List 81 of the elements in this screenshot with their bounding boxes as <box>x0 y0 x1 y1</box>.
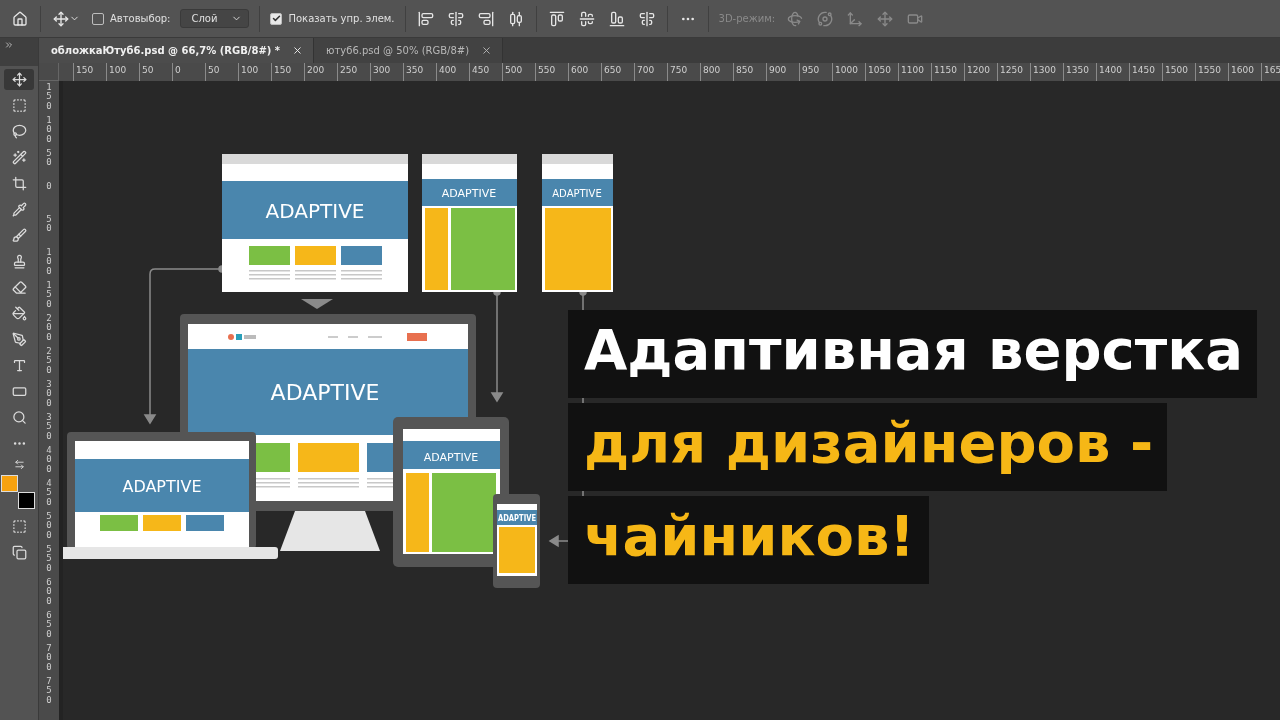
ruler-label: 100 <box>46 116 52 146</box>
document-tab[interactable]: обложкаЮтуб6.psd @ 66,7% (RGB/8#) * <box>39 38 315 63</box>
ruler-label: 100 <box>240 64 260 77</box>
background-color-swatch[interactable] <box>18 492 35 509</box>
ruler-label: 1150 <box>933 64 958 77</box>
ruler-label: 400 <box>438 64 458 77</box>
close-icon[interactable] <box>292 45 304 56</box>
layer-dropdown[interactable]: Слой <box>180 9 250 28</box>
ruler-label: 1500 <box>1164 64 1189 77</box>
ruler-label: 1200 <box>966 64 991 77</box>
ruler-label: 1250 <box>999 64 1024 77</box>
ruler-label: 150 <box>273 64 293 77</box>
ruler-label: 400 <box>46 446 52 476</box>
ruler-label: 1000 <box>834 64 859 77</box>
checkbox[interactable] <box>92 12 104 25</box>
ruler-label: 150 <box>75 64 95 77</box>
ruler-label: 950 <box>801 64 821 77</box>
ruler-label: 1100 <box>900 64 925 77</box>
ruler-label: 450 <box>46 479 52 509</box>
expand-icon[interactable] <box>4 40 14 50</box>
ruler-label: 100 <box>108 64 128 77</box>
close-icon[interactable] <box>481 45 493 56</box>
hero-text: ADAPTIVE <box>498 514 543 523</box>
ruler-label: 150 <box>46 281 52 311</box>
ruler-label: 600 <box>46 578 52 608</box>
ruler-label: 850 <box>735 64 755 77</box>
down-arrow-icon <box>301 299 333 309</box>
ruler-label: 100 <box>46 248 52 278</box>
move-icon[interactable] <box>4 69 34 90</box>
ruler-label: 1550 <box>1197 64 1222 77</box>
ruler-label: 500 <box>46 512 52 542</box>
ruler-label: 50 <box>141 64 155 77</box>
ruler-label: 700 <box>46 644 52 674</box>
checkbox-label: Автовыбор: <box>110 13 171 24</box>
ruler-label: 700 <box>636 64 656 77</box>
foreground-color-swatch[interactable] <box>1 475 18 492</box>
ruler-label: 250 <box>46 347 52 377</box>
ruler-label: 650 <box>46 611 52 641</box>
ruler-label: 900 <box>768 64 788 77</box>
ruler-label: 1450 <box>1131 64 1156 77</box>
swap-colors-icon[interactable] <box>13 459 25 470</box>
ruler-label: 800 <box>702 64 722 77</box>
ruler-label: 50 <box>46 149 52 170</box>
checkbox[interactable] <box>270 12 283 25</box>
ruler-label: 750 <box>46 677 52 707</box>
headline-text: для дизайнеров - <box>568 403 1168 491</box>
ruler-label: 1400 <box>1098 64 1123 77</box>
headline-text: Адаптивная верстка <box>568 310 1258 398</box>
ruler-label: 1600 <box>1230 64 1255 77</box>
ruler-label: 300 <box>372 64 392 77</box>
hero-text: ADAPTIVE <box>122 477 202 496</box>
ruler-label: 50 <box>207 64 221 77</box>
ruler-label: 1300 <box>1032 64 1057 77</box>
ruler-label: 0 <box>46 182 52 193</box>
ruler-label: 450 <box>471 64 491 77</box>
ruler-label: 600 <box>570 64 590 77</box>
headline-text: чайников! <box>568 496 929 584</box>
ruler-label: 750 <box>669 64 689 77</box>
ruler-label: 350 <box>405 64 425 77</box>
ruler-label: 150 <box>46 83 52 113</box>
ruler-label: 250 <box>339 64 359 77</box>
hero-text: ADAPTIVE <box>265 199 365 223</box>
ruler-label: 300 <box>46 380 52 410</box>
checkbox-label: Показать упр. элем. <box>288 13 395 24</box>
ruler-label: 1350 <box>1065 64 1090 77</box>
hero-text: ADAPTIVE <box>441 187 497 200</box>
ruler-label: 1050 <box>867 64 892 77</box>
ruler-label: 500 <box>504 64 524 77</box>
hero-text: ADAPTIVE <box>552 188 602 199</box>
ruler-label: 200 <box>46 314 52 344</box>
ruler-label: 0 <box>174 64 182 77</box>
hero-text: ADAPTIVE <box>270 380 380 405</box>
hero-text: ADAPTIVE <box>423 451 479 464</box>
ruler-label: 550 <box>46 545 52 575</box>
ruler-label: 550 <box>537 64 557 77</box>
ruler-label: 200 <box>306 64 326 77</box>
ruler-label: 350 <box>46 413 52 443</box>
ruler-label: 650 <box>603 64 623 77</box>
document-tab[interactable]: ютуб6.psd @ 50% (RGB/8#) <box>314 38 504 63</box>
ruler-label: 50 <box>46 215 52 236</box>
ruler-label: 165 <box>1263 64 1280 77</box>
